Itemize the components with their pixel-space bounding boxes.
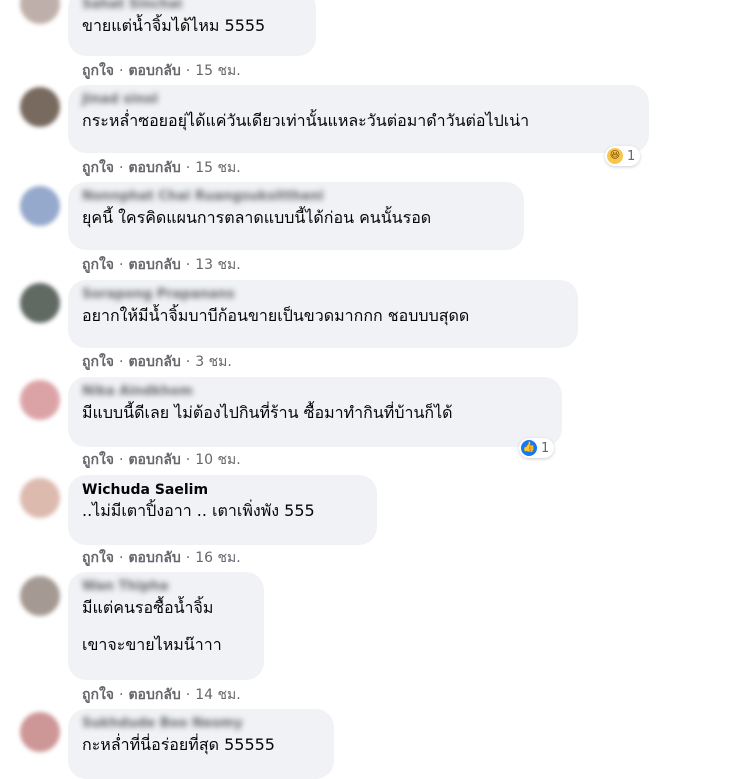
separator-dot: ·: [185, 354, 191, 370]
comment-actions: ถูกใจ · ตอบกลับ · 15 ชม.: [82, 60, 241, 82]
separator-dot: ·: [119, 452, 124, 468]
separator-dot: ·: [119, 550, 124, 566]
separator-dot: ·: [185, 452, 191, 468]
commenter-name[interactable]: Sorapong Prapanans: [82, 287, 564, 303]
separator-dot: ·: [119, 257, 124, 273]
avatar[interactable]: [20, 0, 60, 24]
like-link[interactable]: ถูกใจ: [82, 687, 114, 703]
avatar[interactable]: [20, 186, 60, 226]
like-link[interactable]: ถูกใจ: [82, 257, 114, 273]
comment-timestamp[interactable]: 10 ชม.: [195, 452, 240, 468]
separator-dot: ·: [119, 687, 124, 703]
comment-bubble: Sahat Sinchai ขายแต่น้ำจิ้มได้ไหม 5555: [68, 0, 316, 56]
commenter-name[interactable]: Nika Aindkhom: [82, 384, 548, 400]
reply-link[interactable]: ตอบกลับ: [128, 160, 180, 176]
comment-text: ขายแต่น้ำจิ้มได้ไหม 5555: [82, 16, 266, 35]
reply-link[interactable]: ตอบกลับ: [128, 452, 180, 468]
reaction-count[interactable]: 😆 1: [605, 146, 641, 166]
reply-link[interactable]: ตอบกลับ: [128, 257, 180, 273]
avatar[interactable]: [20, 576, 60, 616]
reaction-count[interactable]: 👍 1: [519, 438, 555, 458]
commenter-name[interactable]: Sukhdude Boo Neomy: [82, 716, 320, 732]
comment-text: กะหล่ำที่นี่อร่อยที่สุด 55555: [82, 735, 275, 754]
comment-bubble: Nika Aindkhom มีแบบนี้ดีเลย ไม่ต้องไปกิน…: [68, 377, 562, 447]
separator-dot: ·: [185, 160, 191, 176]
like-link[interactable]: ถูกใจ: [82, 452, 114, 468]
commenter-name[interactable]: Wan Thipha: [82, 579, 250, 595]
separator-dot: ·: [119, 63, 124, 79]
commenter-name[interactable]: Jinad sinol: [82, 92, 635, 108]
commenter-name[interactable]: Sahat Sinchai: [82, 0, 302, 13]
like-thumb-icon: 👍: [521, 440, 537, 456]
comment-text-line: เขาจะขายไหมน๊าาา: [82, 635, 222, 654]
comment-timestamp[interactable]: 13 ชม.: [195, 257, 240, 273]
avatar[interactable]: [20, 478, 60, 518]
like-link[interactable]: ถูกใจ: [82, 354, 114, 370]
reaction-count-number: 1: [541, 440, 550, 456]
reply-link[interactable]: ตอบกลับ: [128, 63, 180, 79]
comment-actions: ถูกใจ · ตอบกลับ · 3 ชม.: [82, 351, 232, 373]
comment-bubble: Wan Thipha มีแต่คนรอซื้อน้ำจิ้ม เขาจะขาย…: [68, 572, 264, 680]
comment-timestamp[interactable]: 16 ชม.: [195, 550, 240, 566]
comment-bubble: Nonnphat Chai Ruangsuksitthani ยุคนี้ ใค…: [68, 182, 524, 250]
haha-emoji-icon: 😆: [607, 148, 623, 164]
comment-text: ..ไม่มีเตาปิ้งอาา .. เตาเพิ่งพัง 555: [82, 501, 315, 520]
commenter-name[interactable]: Nonnphat Chai Ruangsuksitthani: [82, 189, 510, 205]
avatar[interactable]: [20, 380, 60, 420]
comment-bubble: Jinad sinol กระหล่ำซอยอยุ่ได้แค่วันเดียว…: [68, 85, 649, 153]
like-link[interactable]: ถูกใจ: [82, 550, 114, 566]
comment-text: มีแบบนี้ดีเลย ไม่ต้องไปกินที่ร้าน ซื้อมา…: [82, 403, 453, 422]
separator-dot: ·: [185, 257, 191, 273]
like-link[interactable]: ถูกใจ: [82, 160, 114, 176]
reply-link[interactable]: ตอบกลับ: [128, 550, 180, 566]
avatar[interactable]: [20, 712, 60, 752]
comment-bubble: Sukhdude Boo Neomy กะหล่ำที่นี่อร่อยที่ส…: [68, 709, 334, 779]
reaction-count-number: 1: [627, 148, 636, 164]
comment-text: ยุคนี้ ใครคิดแผนการตลาดแบบนี้ได้ก่อน คนน…: [82, 208, 432, 227]
reply-link[interactable]: ตอบกลับ: [128, 687, 180, 703]
comment-actions: ถูกใจ · ตอบกลับ · 13 ชม.: [82, 254, 241, 276]
comment-timestamp[interactable]: 3 ชม.: [195, 354, 232, 370]
separator-dot: ·: [185, 550, 191, 566]
commenter-name[interactable]: Wichuda Saelim: [82, 482, 363, 498]
comment-timestamp[interactable]: 15 ชม.: [195, 63, 240, 79]
comment-text: อยากให้มีน้ำจิ้มบาบีก้อนขายเป็นขวดมากกก …: [82, 306, 470, 325]
comment-actions: ถูกใจ · ตอบกลับ · 14 ชม.: [82, 684, 241, 706]
comment-text-line: มีแต่คนรอซื้อน้ำจิ้ม: [82, 598, 214, 617]
comment-text: กระหล่ำซอยอยุ่ได้แค่วันเดียวเท่านั้นแหละ…: [82, 111, 530, 130]
comment-bubble: Sorapong Prapanans อยากให้มีน้ำจิ้มบาบีก…: [68, 280, 578, 348]
comment-timestamp[interactable]: 14 ชม.: [195, 687, 240, 703]
separator-dot: ·: [185, 687, 191, 703]
avatar[interactable]: [20, 87, 60, 127]
comment-actions: ถูกใจ · ตอบกลับ · 16 ชม.: [82, 547, 241, 569]
comment-timestamp[interactable]: 15 ชม.: [195, 160, 240, 176]
comment-actions: ถูกใจ · ตอบกลับ · 10 ชม.: [82, 449, 241, 471]
reply-link[interactable]: ตอบกลับ: [128, 354, 180, 370]
separator-dot: ·: [185, 63, 191, 79]
comment-actions: ถูกใจ · ตอบกลับ · 15 ชม.: [82, 157, 241, 179]
separator-dot: ·: [119, 160, 124, 176]
comment-bubble: Wichuda Saelim ..ไม่มีเตาปิ้งอาา .. เตาเ…: [68, 475, 377, 545]
avatar[interactable]: [20, 283, 60, 323]
separator-dot: ·: [119, 354, 124, 370]
like-link[interactable]: ถูกใจ: [82, 63, 114, 79]
